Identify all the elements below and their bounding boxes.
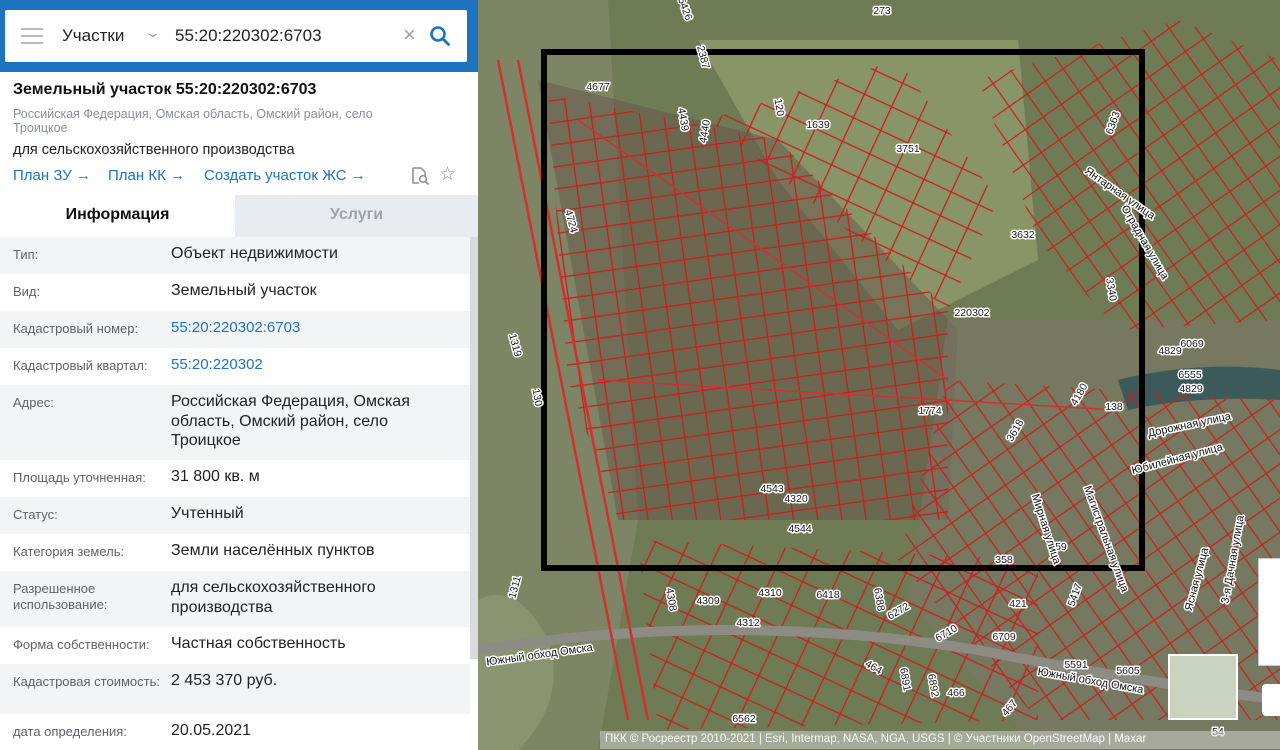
menu-icon[interactable] (21, 28, 43, 44)
info-row-label: Форма собственности: (13, 637, 150, 652)
plot-label: 4829 (1158, 345, 1182, 357)
plot-label: 220302 (954, 307, 989, 319)
info-row-value: Учтенный (171, 505, 244, 522)
map-view[interactable]: 273 6426 4677 2387 4439 4440 120 1639 3751 6363 47… (478, 0, 1280, 750)
info-row: Вид: Земельный участок (0, 274, 470, 311)
info-row-value: Частная собственность (171, 635, 346, 652)
info-row-link[interactable]: 55:20:220302:6703 (171, 318, 461, 338)
arrow-right-icon: → (346, 167, 366, 184)
zoom-control[interactable] (1258, 558, 1280, 666)
plan-kk-link[interactable]: План КК → (108, 167, 185, 184)
document-search-icon[interactable] (410, 166, 430, 186)
info-row-value: 2 453 370 руб. (171, 672, 278, 689)
map-attribution: ПКК © Росреестр 2010-2021 | Esri, Interm… (600, 731, 1280, 749)
star-icon[interactable]: ☆ (439, 163, 456, 186)
plot-label: 1639 (806, 119, 830, 131)
info-row-label: Кадастровая стоимость: (13, 674, 160, 689)
tab-bar: Информация Услуги (0, 195, 478, 237)
info-row-value: для сельскохозяйственного производства (171, 579, 376, 616)
plot-label: 4829 (1179, 383, 1203, 395)
plot-label: 6418 (816, 589, 840, 601)
create-zs-link[interactable]: Создать участок ЖС → (204, 167, 366, 184)
info-row: Форма собственности: Частная собственност… (0, 627, 470, 664)
tab-services[interactable]: Услуги (235, 195, 478, 237)
map-canvas[interactable]: 2736426467723874439 444012016393751636347… (478, 0, 1280, 750)
arrow-right-icon: → (165, 167, 185, 184)
info-row: Разрешенное использование: для сельскохоз… (0, 571, 470, 627)
create-zs-label: Создать участок ЖС (204, 167, 347, 184)
info-row: Кадастровый квартал: 55:20:220302 (0, 348, 470, 385)
info-table: Тип: Объект недвижимости Вид: Земельный уча… (0, 237, 470, 750)
plot-label: 4543 (760, 483, 784, 495)
search-input[interactable]: 55:20:220302:6703 (175, 26, 322, 46)
info-row: Кадастровая стоимость: 2 453 370 руб. (0, 664, 470, 714)
parcel-purpose: для сельскохозяйственного производства (13, 142, 295, 158)
info-row-label: Категория земель: (13, 544, 125, 559)
plot-label: 5605 (1116, 665, 1140, 677)
info-row-label: Тип: (13, 247, 39, 262)
search-bar: Участки ⌄ 55:20:220302:6703 × (0, 0, 478, 72)
plot-label: 4677 (586, 81, 610, 93)
info-row-label: Вид: (13, 284, 41, 299)
info-row-label: Адрес: (13, 395, 54, 410)
plot-label: 3751 (896, 143, 920, 155)
plan-zu-link[interactable]: План ЗУ → (13, 167, 91, 184)
info-row: Статус: Учтенный (0, 497, 470, 534)
info-row-label: Кадастровый номер: (13, 321, 139, 336)
plot-label: 4320 (784, 493, 808, 505)
plot-label: 1774 (918, 405, 942, 417)
info-row-value: Земли населённых пунктов (171, 542, 375, 559)
scrollbar[interactable] (470, 237, 478, 659)
info-row: Площадь уточненная: 31 800 кв. м (0, 460, 470, 497)
plot-label: 6555 (1178, 369, 1202, 381)
info-row: Кадастровый номер: 55:20:220302:6703 (0, 311, 470, 348)
info-row-value: Земельный участок (171, 282, 317, 299)
plot-label: 4544 (788, 523, 812, 535)
info-row-value: 31 800 кв. м (171, 468, 260, 485)
info-row: дата определения: 20.05.2021 (0, 714, 470, 750)
info-row: Адрес: Российская Федерация, Омская облас… (0, 385, 470, 460)
plot-label: 6709 (992, 631, 1016, 643)
info-row-label: дата определения: (13, 724, 127, 739)
arrow-right-icon: → (71, 167, 91, 184)
plot-label: 5591 (1064, 659, 1088, 671)
plot-label: 4310 (758, 587, 782, 599)
plan-kk-label: План КК (108, 167, 166, 184)
tab-information[interactable]: Информация (0, 195, 235, 237)
info-row-link[interactable]: 55:20:220302 (171, 355, 461, 375)
plot-label: 4312 (736, 617, 760, 629)
info-row-value: 20.05.2021 (171, 722, 252, 739)
plot-label: 273 (873, 5, 891, 17)
info-row: Категория земель: Земли населённых пункто… (0, 534, 470, 571)
basemap-switcher[interactable] (1168, 654, 1238, 720)
plot-label: 421 (1009, 598, 1027, 610)
search-type-select[interactable]: Участки (62, 26, 124, 46)
clear-icon[interactable]: × (403, 22, 416, 48)
plot-label: 4309 (696, 595, 720, 607)
plot-label: 358 (995, 554, 1013, 566)
info-row-value: Российская Федерация, Омская область, Ом… (171, 393, 410, 449)
plot-label: 3632 (1011, 229, 1035, 241)
info-row-label: Разрешенное использование: (13, 581, 108, 612)
plot-label: 6069 (1180, 338, 1204, 350)
info-row-label: Кадастровый квартал: (13, 358, 148, 373)
page-title: Земельный участок 55:20:220302:6703 (13, 81, 317, 98)
attribution-text: ПКК © Росреестр 2010-2021 | Esri, Interm… (605, 733, 1147, 745)
plan-zu-label: План ЗУ (13, 167, 72, 184)
info-panel: Участки ⌄ 55:20:220302:6703 × Земельный … (0, 0, 478, 750)
info-row: Тип: Объект недвижимости (0, 237, 470, 274)
info-row-value: Объект недвижимости (171, 245, 338, 262)
info-row-label: Статус: (13, 507, 58, 522)
info-row-label: Площадь уточненная: (13, 470, 146, 485)
plot-label: 138 (1105, 401, 1123, 413)
locate-button[interactable] (1262, 684, 1280, 716)
plot-label: 6562 (732, 713, 756, 725)
parcel-address: Российская Федерация, Омская область, Ом… (13, 107, 373, 135)
search-box[interactable]: Участки ⌄ 55:20:220302:6703 × (5, 10, 467, 62)
search-icon[interactable] (429, 25, 451, 47)
chevron-down-icon[interactable]: ⌄ (145, 24, 161, 41)
plot-label: 466 (947, 687, 965, 699)
